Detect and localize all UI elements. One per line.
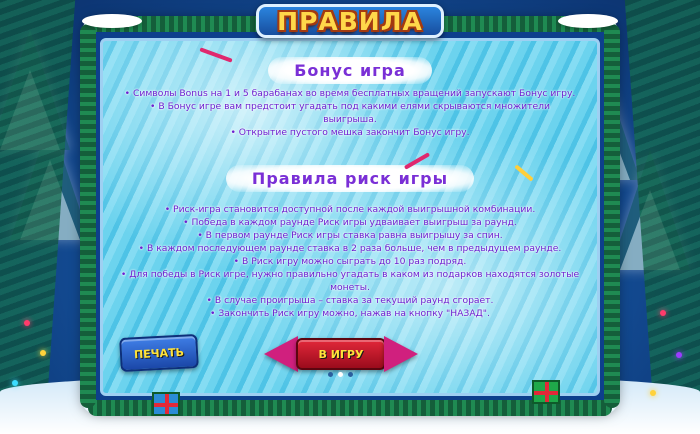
page-dot[interactable] [328, 372, 333, 377]
rule-line: • Открытие пустого мешка закончит Бонус … [230, 127, 470, 138]
rule-line: выигрыша. [323, 114, 377, 125]
risk-rules-list: • Риск-игра становится доступной после к… [113, 203, 587, 320]
arrow-left-icon[interactable] [264, 336, 298, 372]
rule-line: • Победа в каждом раунде Риск игры удваи… [183, 217, 517, 228]
play-button-label: В ИГРУ [318, 347, 364, 361]
rule-line: монеты. [330, 282, 370, 293]
snow-cap [558, 14, 618, 28]
snow-cloud: Правила риск игры [225, 165, 475, 192]
bonus-heading: Бонус игра [294, 61, 406, 80]
rule-line: • В Риск игру можно сыграть до 10 раз по… [233, 256, 467, 267]
gift-icon [532, 380, 560, 404]
rule-line: • Для победы в Риск игре, нужно правильн… [120, 269, 580, 280]
rule-line: • В каждом последующем раунде ставка в 2… [138, 243, 562, 254]
holiday-light [12, 380, 18, 386]
garland-right [604, 24, 620, 408]
arrow-right-icon[interactable] [384, 336, 418, 372]
holiday-light [650, 390, 656, 396]
page-title: ПРАВИЛА [277, 6, 423, 36]
garland-left [80, 24, 96, 408]
rule-line: • Риск-игра становится доступной после к… [164, 204, 536, 215]
holiday-light [24, 320, 30, 326]
play-button[interactable]: В ИГРУ [296, 338, 386, 370]
rule-line: • В Бонус игре вам предстоит угадать под… [150, 101, 550, 112]
holiday-light [660, 310, 666, 316]
page-dot-active[interactable] [338, 372, 343, 377]
rule-line: • В случае проигрыша – ставка за текущий… [206, 295, 494, 306]
snow-cloud: Бонус игра [268, 57, 432, 84]
rule-line: • В первом раунде Риск игры ставка равна… [197, 230, 503, 241]
print-button[interactable]: ПЕЧАТЬ [119, 333, 199, 373]
holiday-light [676, 352, 682, 358]
holiday-light [40, 350, 46, 356]
snow-cap [82, 14, 142, 28]
page-indicator [328, 372, 353, 377]
gift-icon [152, 392, 180, 416]
risk-heading: Правила риск игры [251, 169, 449, 188]
bonus-heading-wrap: Бонус игра [103, 57, 597, 84]
print-button-label: ПЕЧАТЬ [133, 345, 185, 361]
rule-line: • Символы Bonus на 1 и 5 барабанах во вр… [124, 88, 576, 99]
title-banner: ПРАВИЛА [256, 4, 444, 38]
bonus-rules-list: • Символы Bonus на 1 и 5 барабанах во вр… [113, 87, 587, 139]
rule-line: • Закончить Риск игру можно, нажав на кн… [210, 308, 490, 319]
page-dot[interactable] [348, 372, 353, 377]
